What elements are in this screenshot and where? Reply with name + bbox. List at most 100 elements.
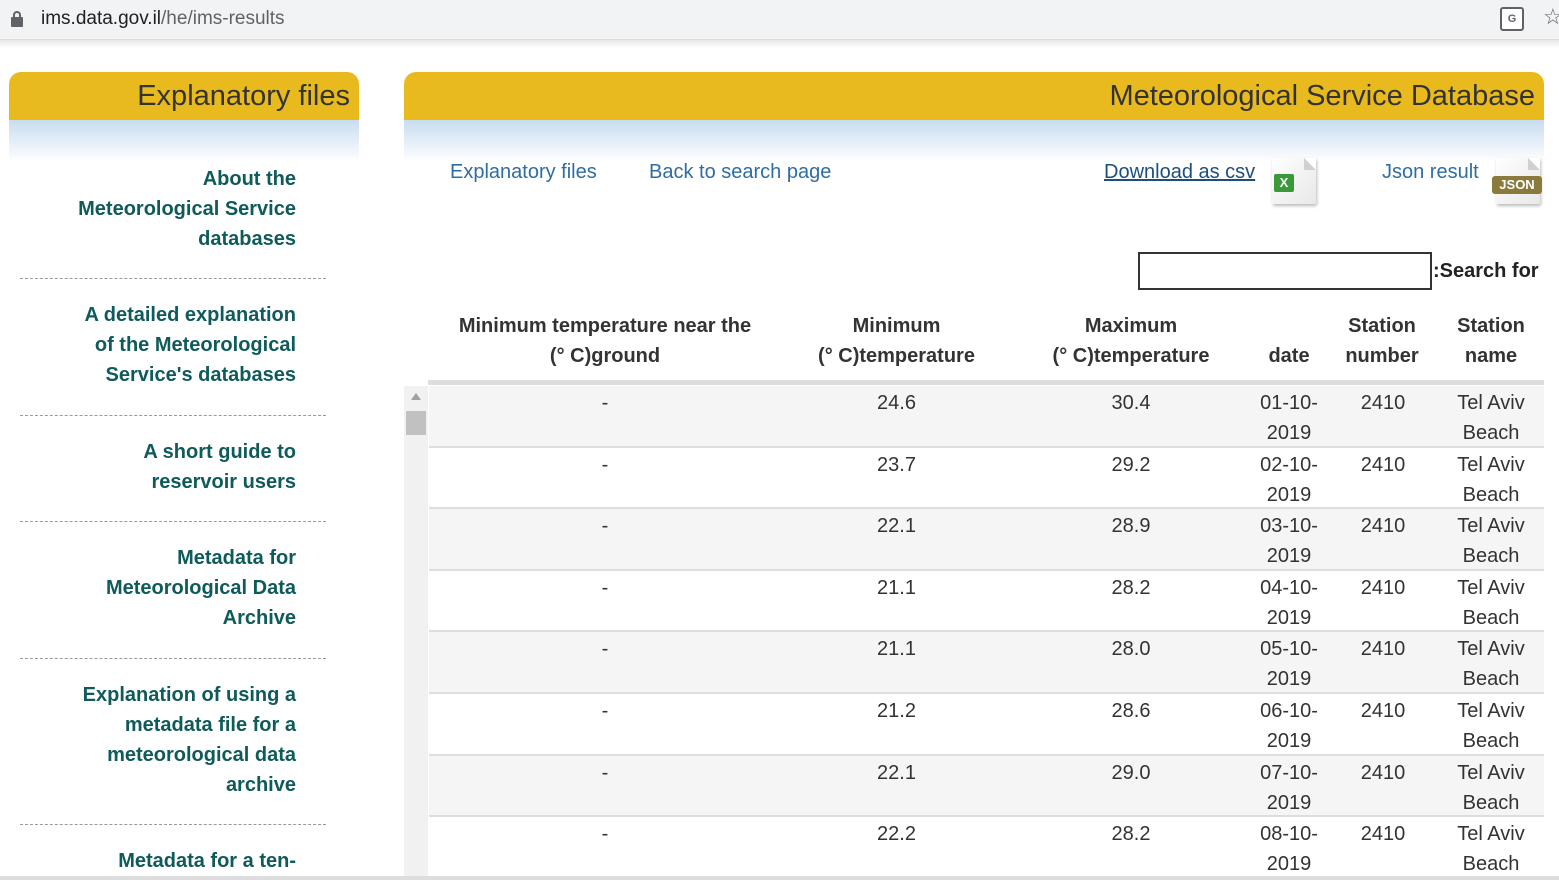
sidebar-item-line: reservoir users <box>151 471 296 493</box>
cell-max-temp: 29.2 <box>1111 453 1151 476</box>
sidebar-header-gradient <box>9 120 359 162</box>
explanatory-files-link[interactable]: Explanatory files <box>450 161 597 184</box>
cell-station-name: Tel Aviv Beach <box>1439 388 1543 448</box>
header-date[interactable]: date <box>1249 341 1329 371</box>
cell-name-line: Beach <box>1462 422 1520 444</box>
address-bar[interactable]: ims.data.gov.il/he/ims-results G ☆ <box>0 0 1559 40</box>
cell-date-line: 2019 <box>1266 853 1312 876</box>
cell-name-line: Tel Aviv <box>1457 392 1525 414</box>
table-row: - 22.1 28.9 03-10- 2019 2410 Tel Aviv Beac… <box>429 509 1544 571</box>
sidebar-item-metadata-archive[interactable]: Metadata for Meteorological Data Archive <box>20 522 326 659</box>
cell-date-line: 2019 <box>1266 483 1312 506</box>
header-line: (° C)temperature <box>1052 345 1210 367</box>
cell-ground-temp: - <box>601 699 609 722</box>
header-line: (° C)ground <box>549 345 661 367</box>
table-row: - 24.6 30.4 01-10- 2019 2410 Tel Aviv Beac… <box>429 386 1544 448</box>
sidebar-item-line: About the <box>202 168 296 190</box>
search-label: :Search for <box>1433 260 1539 282</box>
table-row: - 21.1 28.0 05-10- 2019 2410 Tel Aviv Beac… <box>429 632 1544 694</box>
back-to-search-link[interactable]: Back to search page <box>649 161 831 184</box>
cell-date-line: 2019 <box>1266 791 1312 814</box>
cell-name-line: Beach <box>1462 668 1520 691</box>
cell-name-line: Tel Aviv <box>1457 515 1525 538</box>
cell-min-temp: 22.1 <box>877 515 916 538</box>
header-max-temp[interactable]: Maximum (° C)temperature <box>1036 311 1226 371</box>
cell-station-number: 2410 <box>1360 576 1406 599</box>
cell-name-line: Beach <box>1462 606 1520 629</box>
cell-max-temp: 28.6 <box>1111 699 1151 722</box>
table-row: - 21.1 28.2 04-10- 2019 2410 Tel Aviv Beac… <box>429 570 1544 633</box>
cell-min-temp: 21.1 <box>877 638 916 661</box>
cell-date-line: 04-10- <box>1260 576 1318 599</box>
cell-station-name: Tel Aviv Beach <box>1439 758 1543 818</box>
sidebar-item-line: A detailed explanation <box>84 304 296 326</box>
cell-station-number: 2410 <box>1360 761 1406 784</box>
cell-ground-temp: - <box>601 576 609 599</box>
main-header: Meteorological Service Database <box>404 72 1544 120</box>
cell-station-name: Tel Aviv Beach <box>1439 450 1543 510</box>
cell-name-line: Beach <box>1462 853 1520 876</box>
sidebar-item-line: Meteorological Data <box>105 577 296 599</box>
sidebar-item-reservoir-guide[interactable]: A short guide to reservoir users <box>20 416 326 522</box>
cell-name-line: Tel Aviv <box>1457 453 1525 476</box>
lock-icon[interactable] <box>11 11 23 27</box>
cell-date: 01-10- 2019 <box>1249 388 1329 448</box>
cell-date: 06-10- 2019 <box>1249 696 1329 756</box>
url-host: ims.data.gov.il <box>41 8 162 29</box>
cell-station-number: 2410 <box>1360 515 1406 538</box>
sidebar-item-about-databases[interactable]: About the Meteorological Service databas… <box>20 164 326 279</box>
cell-name-line: Beach <box>1462 483 1520 506</box>
cell-min-temp: 21.2 <box>877 699 916 722</box>
cell-date-line: 08-10- <box>1260 823 1318 846</box>
excel-badge: X <box>1274 174 1294 192</box>
toolbar-shadow <box>0 40 1559 48</box>
header-min-temp[interactable]: Minimum (° C)temperature <box>800 311 993 371</box>
sidebar-item-line: metadata file for a <box>124 714 296 736</box>
cell-station-number: 2410 <box>1360 823 1406 846</box>
header-station-name[interactable]: Station name <box>1439 311 1543 371</box>
sidebar-title: Explanatory files <box>137 80 350 112</box>
header-station-number[interactable]: Station number <box>1338 311 1426 371</box>
cell-min-temp: 22.1 <box>877 761 916 784</box>
cell-ground-temp: - <box>601 453 609 476</box>
results-table-body: - 24.6 30.4 01-10- 2019 2410 Tel Aviv Beac… <box>429 386 1544 879</box>
cell-name-line: Beach <box>1462 545 1520 568</box>
header-ground-temp[interactable]: Minimum temperature near the (° C)ground <box>429 311 781 371</box>
excel-file-icon[interactable]: X <box>1272 158 1316 204</box>
table-scrollbar[interactable] <box>404 386 428 880</box>
cell-date-line: 2019 <box>1266 545 1312 568</box>
download-csv-link[interactable]: Download as csv <box>1104 161 1255 184</box>
cell-date: 04-10- 2019 <box>1249 573 1329 633</box>
table-row: - 23.7 29.2 02-10- 2019 2410 Tel Aviv Beac… <box>429 447 1544 510</box>
sidebar-item-detailed-explanation[interactable]: A detailed explanation of the Meteorolog… <box>20 279 326 416</box>
header-line: Minimum <box>852 315 941 337</box>
search-input[interactable] <box>1138 252 1432 290</box>
main-title: Meteorological Service Database <box>1109 80 1535 112</box>
cell-name-line: Beach <box>1462 729 1520 752</box>
json-result-link[interactable]: Json result <box>1382 161 1479 184</box>
header-line: (° C)temperature <box>818 345 975 367</box>
cell-ground-temp: - <box>601 823 609 846</box>
cell-station-name: Tel Aviv Beach <box>1439 573 1543 633</box>
table-row: - 22.2 28.2 08-10- 2019 2410 Tel Aviv Beac… <box>429 817 1544 879</box>
cell-station-number: 2410 <box>1360 453 1406 476</box>
cell-name-line: Tel Aviv <box>1457 576 1525 599</box>
cell-min-temp: 22.2 <box>877 823 916 846</box>
scrollbar-thumb[interactable] <box>406 411 426 435</box>
scroll-up-arrow-icon[interactable] <box>411 393 421 400</box>
cell-min-temp: 23.7 <box>877 453 916 476</box>
sidebar-item-line: meteorological data <box>107 744 296 766</box>
url-text[interactable]: ims.data.gov.il/he/ims-results <box>41 8 285 30</box>
sidebar-item-line: Service's databases <box>105 364 296 386</box>
sidebar-item-metadata-usage[interactable]: Explanation of using a metadata file for… <box>20 659 326 825</box>
cell-ground-temp: - <box>601 638 609 661</box>
cell-name-line: Beach <box>1462 791 1520 814</box>
cell-ground-temp: - <box>601 392 609 414</box>
json-file-icon[interactable]: JSON <box>1492 158 1542 204</box>
cell-max-temp: 28.0 <box>1111 638 1151 661</box>
bookmark-star-icon[interactable]: ☆ <box>1543 4 1559 30</box>
cell-date: 03-10- 2019 <box>1249 511 1329 571</box>
translate-icon[interactable]: G <box>1500 7 1524 31</box>
cell-date-line: 06-10- <box>1260 699 1318 722</box>
header-line: Station <box>1348 315 1416 337</box>
